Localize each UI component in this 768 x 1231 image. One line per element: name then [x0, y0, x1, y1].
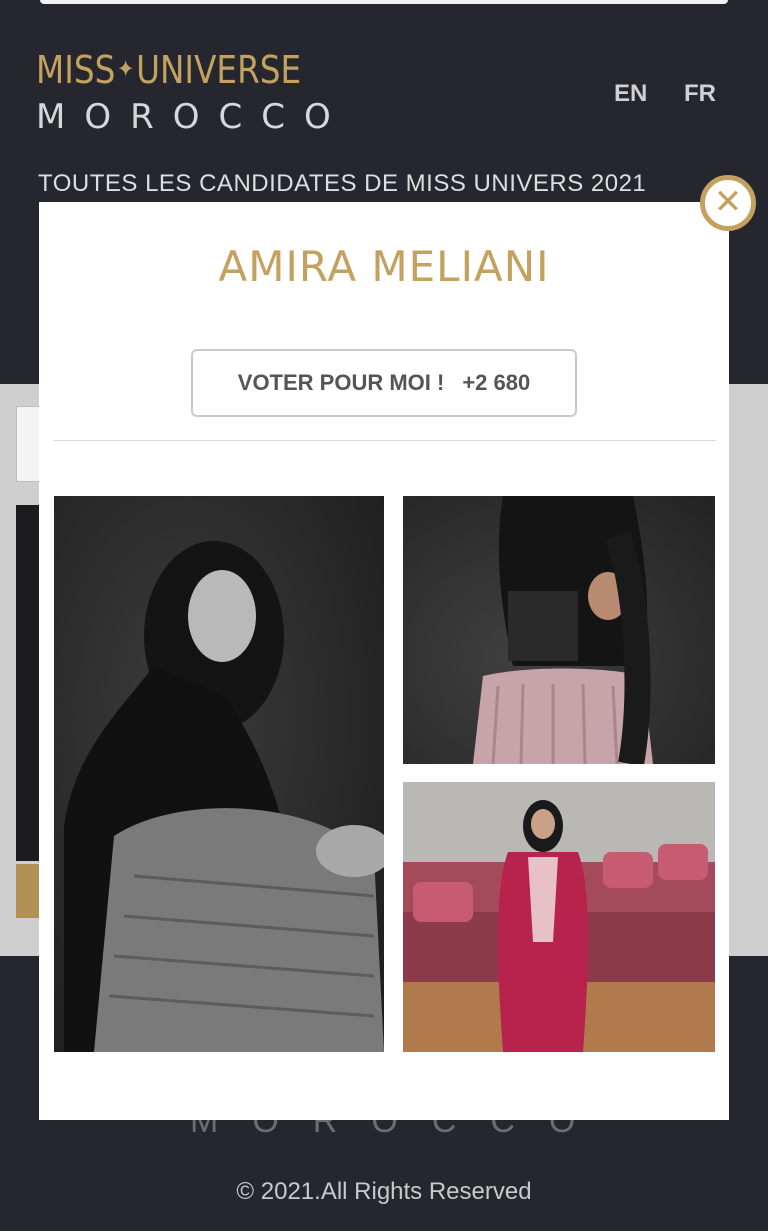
candidate-modal: AMIRA MELIANI VOTER POUR MOI ! +2 680 — [39, 202, 729, 1120]
close-modal-button[interactable]: ✕ — [700, 175, 756, 231]
portrait-bw-image — [64, 541, 384, 1052]
photo-pink-caftan[interactable] — [403, 782, 715, 1052]
language-fr[interactable]: FR — [684, 80, 716, 108]
miss-universe-morocco-logo[interactable]: MISS✦UNIVERSE MOROCCO — [36, 50, 350, 137]
close-icon: ✕ — [713, 183, 743, 221]
modal-divider — [54, 440, 716, 441]
vote-label: VOTER POUR MOI ! — [237, 370, 445, 395]
vote-count: +2 680 — [462, 370, 531, 395]
vote-button[interactable]: VOTER POUR MOI ! +2 680 — [191, 349, 577, 417]
lace-top-image — [473, 496, 653, 764]
copyright-text: © 2021.All Rights Reserved — [236, 1178, 532, 1205]
logo-title: MISS✦UNIVERSE — [36, 50, 306, 89]
photo-portrait-bw[interactable] — [54, 496, 384, 1052]
star-icon: ✦ — [117, 55, 135, 83]
language-en[interactable]: EN — [614, 80, 647, 108]
candidate-name: AMIRA MELIANI — [218, 242, 550, 291]
pink-caftan-image — [403, 782, 715, 1052]
top-bar-edge — [40, 0, 728, 4]
logo-miss: MISS — [36, 48, 116, 92]
photo-lace-top[interactable] — [403, 496, 715, 764]
logo-subtitle: MOROCCO — [36, 97, 350, 137]
candidates-heading: TOUTES LES CANDIDATES DE MISS UNIVERS 20… — [38, 170, 647, 197]
logo-universe: UNIVERSE — [136, 48, 302, 92]
